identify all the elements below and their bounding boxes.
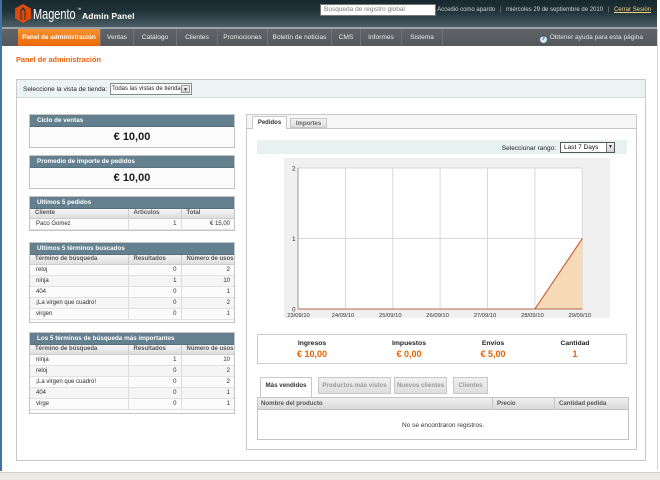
svg-text:28/09/10: 28/09/10 xyxy=(521,313,544,319)
svg-text:26/09/10: 26/09/10 xyxy=(426,313,449,319)
svg-text:27/09/10: 27/09/10 xyxy=(474,313,497,319)
svg-text:25/09/10: 25/09/10 xyxy=(379,313,402,319)
svg-text:23/09/10: 23/09/10 xyxy=(287,313,310,319)
svg-text:24/09/10: 24/09/10 xyxy=(332,313,355,319)
svg-text:29/09/10: 29/09/10 xyxy=(569,313,592,319)
